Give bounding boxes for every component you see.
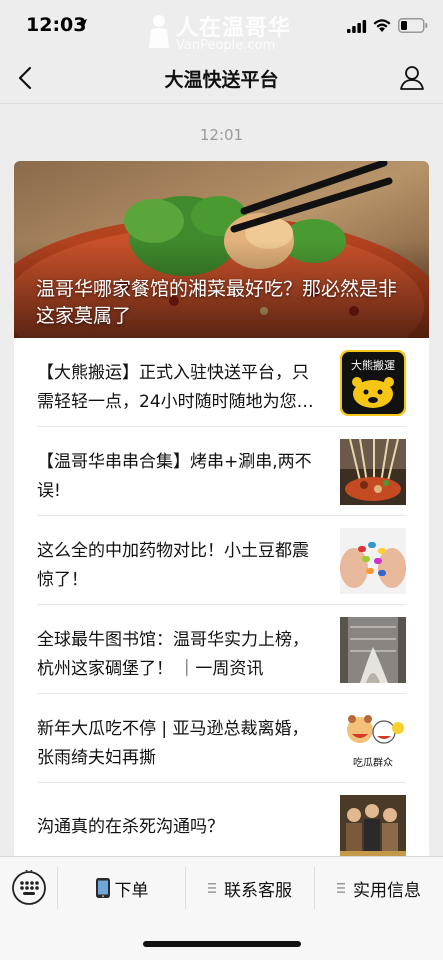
list-item[interactable]: 【温哥华串串合集】烤串+涮串,两不误! xyxy=(37,427,406,516)
list-item[interactable]: 全球最牛图书馆：温哥华实力上榜，杭州这家碉堡了！ ｜一周资讯 xyxy=(37,605,406,694)
bear-logo-image: 大熊搬運 xyxy=(340,350,406,416)
battery-icon xyxy=(398,18,428,33)
skewers-image xyxy=(340,439,406,505)
location-arrow-icon xyxy=(77,19,87,29)
list-item[interactable]: 这么全的中加药物对比！小土豆都震惊了！ xyxy=(37,516,406,605)
status-bar: 12:03 人在温哥华 VanPeople.com xyxy=(0,0,443,54)
menu-item-label: 实用信息 xyxy=(353,880,421,901)
pills-image xyxy=(340,528,406,594)
svg-text:吃瓜群众: 吃瓜群众 xyxy=(353,756,393,769)
bottom-menu: 下单 联系客服 实用信息 xyxy=(0,856,443,918)
list-item[interactable]: 【大熊搬运】正式入驻快送平台，只需轻轻一点，24小时随时随地为您服务 大熊搬運 xyxy=(37,338,406,427)
menu-item-label: 联系客服 xyxy=(224,880,292,901)
message-timestamp: 12:01 xyxy=(199,126,244,144)
article-title: 沟通真的在杀死沟通吗？ xyxy=(37,817,224,837)
home-indicator-area xyxy=(0,918,443,960)
hero-article[interactable]: 温哥华哪家餐馆的湘菜最好吃？那必然是非这家莫属了 xyxy=(14,161,429,338)
hero-title: 温哥华哪家餐馆的湘菜最好吃？那必然是非这家莫属了 xyxy=(36,278,398,327)
article-title: 全球最牛图书馆：温哥华实力上榜，杭州这家碉堡了！ ｜一周资讯 xyxy=(37,630,309,679)
menu-item-order[interactable]: 下单 xyxy=(58,857,185,919)
article-title: 【大熊搬运】正式入驻快送平台，只需轻轻一点，24小时随时随地为您服务 xyxy=(37,363,314,412)
menu-item-label: 下单 xyxy=(114,880,149,901)
article-thumbnail xyxy=(340,439,406,505)
melon-eaters-image: 吃瓜群众 xyxy=(340,706,406,772)
signal-icon xyxy=(347,20,367,33)
list-item[interactable]: 沟通真的在杀死沟通吗？ xyxy=(37,783,406,861)
phone-icon xyxy=(95,878,110,898)
watermark-logo-icon xyxy=(149,15,169,48)
watermark-url: VanPeople.com xyxy=(176,38,276,53)
wifi-icon xyxy=(373,19,391,32)
drama-poster-image xyxy=(340,795,406,861)
watermark: 人在温哥华 VanPeople.com xyxy=(146,10,306,54)
article-title: 【温哥华串串合集】烤串+涮串,两不误! xyxy=(37,452,312,501)
library-image xyxy=(340,617,406,683)
article-thumbnail: 吃瓜群众 xyxy=(340,706,406,772)
home-indicator[interactable] xyxy=(143,941,301,947)
menu-item-useful-info[interactable]: 实用信息 xyxy=(315,857,443,919)
keyboard-icon[interactable] xyxy=(11,870,47,906)
list-item[interactable]: 新年大瓜吃不停 | 亚马逊总裁离婚，张雨绮夫妇再撕 吃瓜群众 xyxy=(37,694,406,783)
article-thumbnail xyxy=(340,617,406,683)
article-list: 【大熊搬运】正式入驻快送平台，只需轻轻一点，24小时随时随地为您服务 大熊搬運 … xyxy=(14,338,429,861)
article-title: 新年大瓜吃不停 | 亚马逊总裁离婚，张雨绮夫妇再撕 xyxy=(37,719,309,768)
article-card: 温哥华哪家餐馆的湘菜最好吃？那必然是非这家莫属了 【大熊搬运】正式入驻快送平台，… xyxy=(14,161,429,861)
svg-text:大熊搬運: 大熊搬運 xyxy=(351,358,395,372)
menu-item-customer-service[interactable]: 联系客服 xyxy=(186,857,314,919)
profile-icon[interactable] xyxy=(399,65,425,91)
menu-lines-icon xyxy=(208,883,216,893)
article-thumbnail xyxy=(340,528,406,594)
article-thumbnail: 大熊搬運 xyxy=(340,350,406,416)
article-thumbnail xyxy=(340,795,406,861)
article-title: 这么全的中加药物对比！小土豆都震惊了！ xyxy=(37,541,309,590)
menu-lines-icon xyxy=(337,883,345,893)
page-title: 大温快送平台 xyxy=(164,69,279,91)
nav-bar: 大温快送平台 xyxy=(0,52,443,104)
